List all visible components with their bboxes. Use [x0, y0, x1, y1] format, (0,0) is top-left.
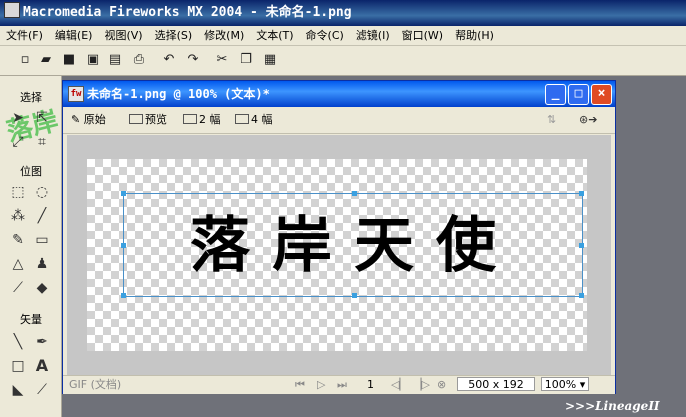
text-tool-icon[interactable]: A [32, 356, 52, 376]
first-frame-icon[interactable]: ⏮ [295, 377, 305, 393]
tab-2-up[interactable]: 2 幅 [183, 111, 221, 129]
prev-frame-icon[interactable]: ◁▏ [391, 377, 408, 393]
tab-4-up[interactable]: 4 幅 [235, 111, 273, 129]
print-icon[interactable]: ⎙ [130, 51, 148, 69]
import-icon[interactable]: ▣ [84, 51, 102, 69]
line-tool-icon[interactable]: ╲ [8, 332, 28, 352]
selection-handle[interactable] [579, 293, 584, 298]
format-label: GIF (文档) [69, 378, 122, 391]
close-button[interactable]: × [591, 84, 612, 105]
document-title: 未命名-1.png @ 100% (文本)* [87, 87, 270, 101]
subselect-tool-icon[interactable]: ⇱ [32, 108, 52, 128]
menu-filters[interactable]: 滤镜(I) [350, 26, 396, 45]
section-select-label: 选择 [20, 91, 42, 104]
tab-preview[interactable]: 预览 [129, 111, 167, 129]
menu-bar: 文件(F) 编辑(E) 视图(V) 选择(S) 修改(M) 文本(T) 命令(C) 滤镜(I)… [0, 26, 686, 46]
fireworks-export-icon[interactable]: ⊛➔ [579, 111, 597, 129]
menu-select[interactable]: 选择(S) [149, 26, 199, 45]
main-toolbar: ▫ ▰ ■ ▣ ▤ ⎙ ↶ ↷ ✂ ❐ ▦ [0, 46, 686, 76]
menu-edit[interactable]: 编辑(E) [49, 26, 99, 45]
document-status-bar: GIF (文档) ⏮ ▷ ⏭ 1 ◁▏ ▕▷ ⊗ 500 x 192 100% … [63, 375, 615, 394]
eyedropper-icon[interactable]: ⟋ [8, 278, 28, 298]
scale-tool-icon[interactable]: ⤢ [8, 132, 28, 152]
menu-text[interactable]: 文本(T) [250, 26, 299, 45]
rectangle-tool-icon[interactable]: □ [8, 356, 28, 376]
open-folder-icon[interactable]: ▰ [37, 51, 55, 69]
four-up-icon [235, 114, 249, 124]
last-frame-icon[interactable]: ⏭ [337, 377, 347, 393]
menu-help[interactable]: 帮助(H) [449, 26, 500, 45]
paint-bucket-icon[interactable]: ◆ [32, 278, 52, 298]
transparent-canvas[interactable]: 落岸天使 [87, 159, 587, 351]
tools-panel: 落岸 选择 ➤ ⇱ ⤢ ⌗ 位图 ⬚ ◌ ⁂ ╱ ✎ ▭ △ ♟ ⟋ ◆ 矢量 … [0, 76, 62, 417]
menu-commands[interactable]: 命令(C) [300, 26, 350, 45]
two-up-icon [183, 114, 197, 124]
menu-file[interactable]: 文件(F) [0, 26, 49, 45]
pencil-tool-icon[interactable]: ✎ [8, 230, 28, 250]
selection-handle[interactable] [579, 243, 584, 248]
selection-handle[interactable] [352, 191, 357, 196]
undo-icon[interactable]: ↶ [160, 51, 178, 69]
watermark-text: >>>LineageII [565, 399, 660, 413]
minimize-button[interactable]: _ [545, 84, 566, 105]
redo-icon[interactable]: ↷ [184, 51, 202, 69]
freeform-tool-icon[interactable]: ◣ [8, 380, 28, 400]
lasso-tool-icon[interactable]: ◌ [32, 182, 52, 202]
app-title-bar: Macromedia Fireworks MX 2004 - 未命名-1.png [0, 0, 686, 26]
tab-original[interactable]: ✎ 原始 [71, 111, 106, 129]
paste-icon[interactable]: ▦ [261, 51, 279, 69]
selection-handle[interactable] [121, 293, 126, 298]
blur-tool-icon[interactable]: △ [8, 254, 28, 274]
save-icon[interactable]: ■ [60, 51, 78, 69]
next-frame-icon[interactable]: ▕▷ [413, 377, 430, 393]
crop-tool-icon[interactable]: ⌗ [32, 132, 52, 152]
menu-view[interactable]: 视图(V) [98, 26, 148, 45]
export-icon[interactable]: ▤ [106, 51, 124, 69]
new-file-icon[interactable]: ▫ [16, 51, 34, 69]
copy-icon[interactable]: ❐ [237, 51, 255, 69]
document-window: fw 未命名-1.png @ 100% (文本)* _ □ × ✎ 原始 预览 … [62, 80, 616, 394]
app-title: Macromedia Fireworks MX 2004 - 未命名-1.png [23, 5, 352, 20]
rubber-stamp-icon[interactable]: ♟ [32, 254, 52, 274]
maximize-button[interactable]: □ [568, 84, 589, 105]
pointer-tool-icon[interactable]: ➤ [8, 108, 28, 128]
marquee-tool-icon[interactable]: ⬚ [8, 182, 28, 202]
canvas-area[interactable]: 落岸天使 [67, 135, 611, 375]
document-icon: fw [68, 86, 84, 102]
canvas-size-field[interactable]: 500 x 192 [457, 377, 535, 391]
selection-handle[interactable] [352, 293, 357, 298]
document-title-bar[interactable]: fw 未命名-1.png @ 100% (文本)* _ □ × [63, 81, 615, 107]
fireworks-app-icon [4, 2, 20, 18]
text-object[interactable]: 落岸天使 [121, 191, 584, 298]
pencil-icon: ✎ [71, 113, 81, 126]
section-vector-label: 矢量 [20, 313, 42, 326]
menu-modify[interactable]: 修改(M) [198, 26, 250, 45]
selection-handle[interactable] [579, 191, 584, 196]
preview-icon [129, 114, 143, 124]
pen-tool-icon[interactable]: ✒ [32, 332, 52, 352]
cut-icon[interactable]: ✂ [213, 51, 231, 69]
menu-window[interactable]: 窗口(W) [396, 26, 449, 45]
frame-number: 1 [367, 378, 374, 391]
magic-wand-icon[interactable]: ⁂ [8, 206, 28, 226]
zoom-select[interactable]: 100% ▾ [541, 377, 589, 391]
eraser-tool-icon[interactable]: ▭ [32, 230, 52, 250]
quick-export-icon[interactable]: ⇅ [547, 111, 556, 129]
section-bitmap-label: 位图 [20, 165, 42, 178]
brush-tool-icon[interactable]: ╱ [32, 206, 52, 226]
canvas-text[interactable]: 落岸天使 [124, 194, 584, 298]
selection-handle[interactable] [121, 191, 126, 196]
view-tabs-bar: ✎ 原始 预览 2 幅 4 幅 ⇅ ⊛➔ [63, 107, 615, 134]
knife-tool-icon[interactable]: ⟋ [32, 380, 52, 400]
stop-icon[interactable]: ⊗ [437, 377, 446, 393]
play-icon[interactable]: ▷ [317, 377, 325, 393]
selection-handle[interactable] [121, 243, 126, 248]
